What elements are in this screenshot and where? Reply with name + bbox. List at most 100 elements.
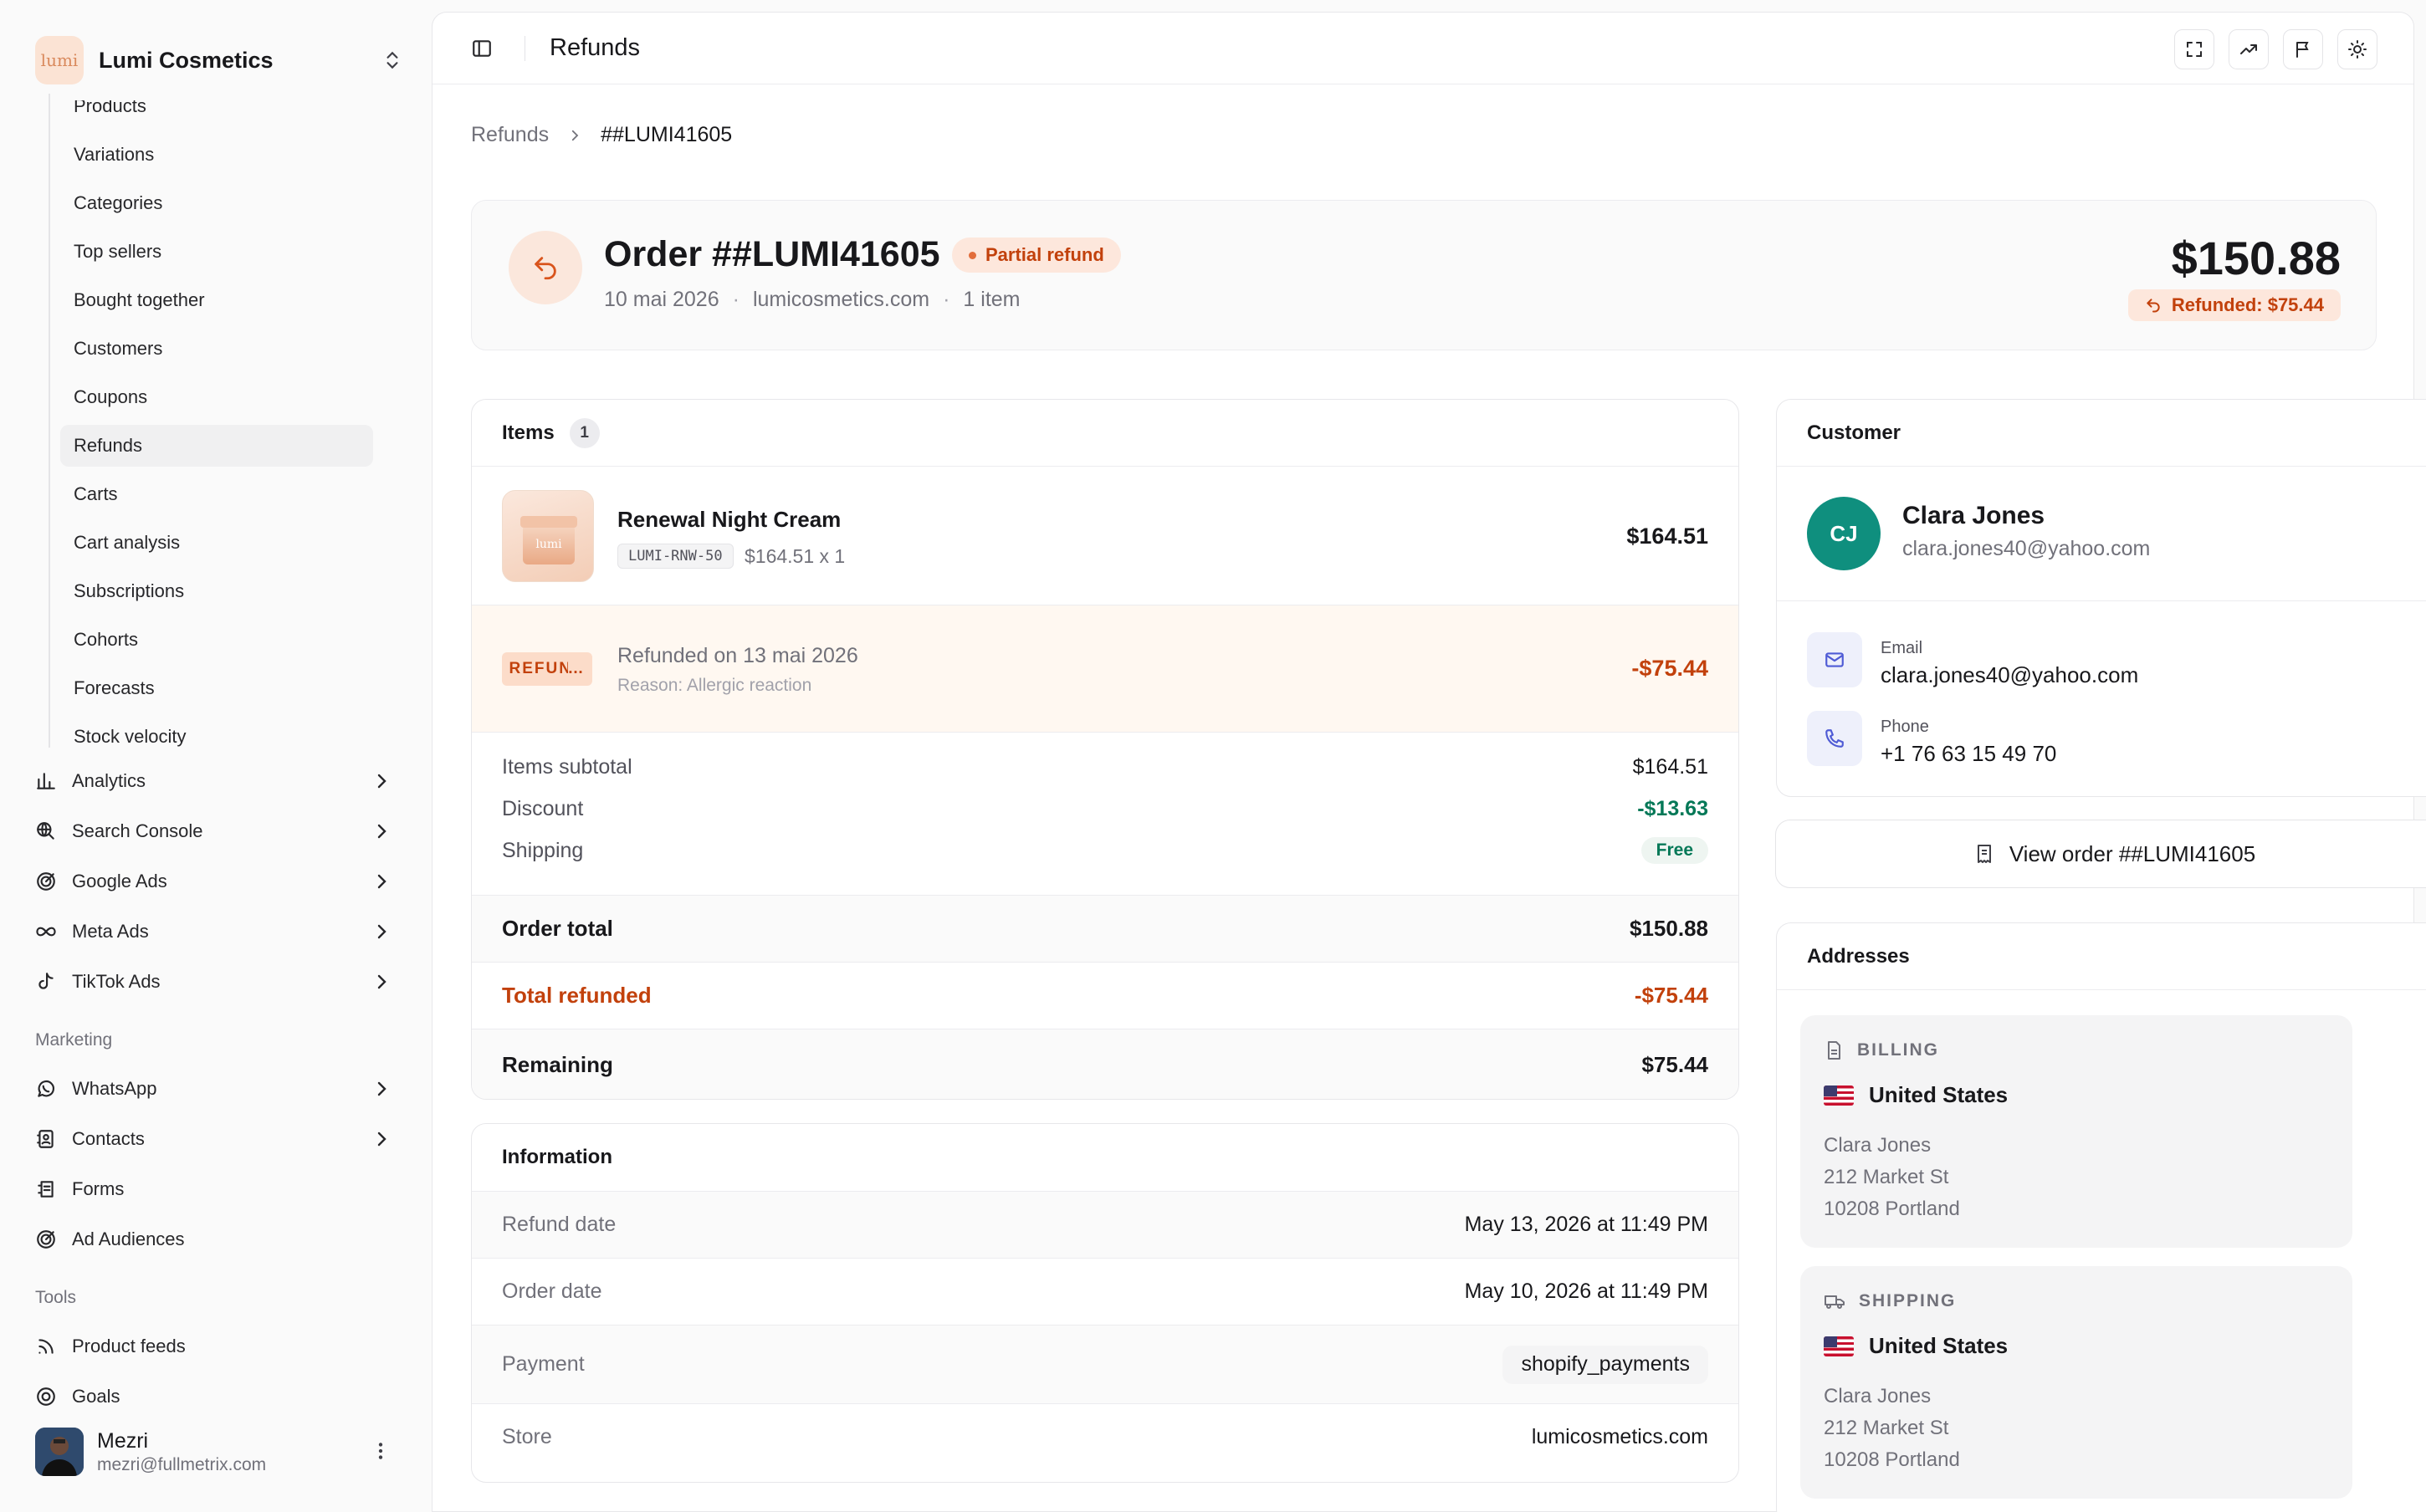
information-card: Information Refund date May 13, 2026 at … [471,1123,1739,1483]
refunded-badge-text: Refunded: $75.44 [2171,294,2324,315]
goal-icon [35,1386,57,1407]
list-item[interactable]: lumi Renewal Night Cream LUMI-RNW-50 $16… [472,467,1738,605]
info-row-store: Store lumicosmetics.com [472,1403,1738,1470]
avatar [35,1428,84,1476]
chevron-right-icon [371,972,392,992]
sidebar-item-cart-analysis[interactable]: Cart analysis [60,522,373,564]
shipping-address-box: SHIPPING United States Clara Jones 212 M… [1800,1266,2352,1499]
chevron-right-icon [371,821,392,841]
refund-chip-text: REFUNDED [509,660,568,677]
forms-icon [35,1178,57,1200]
sidebar-item-analytics[interactable]: Analytics [35,760,403,802]
sun-icon [2347,39,2367,59]
sidebar-item-label: WhatsApp [72,1078,157,1099]
billing-label: BILLING [1857,1040,1939,1060]
sidebar-item-ad-audiences[interactable]: Ad Audiences [35,1218,403,1260]
chevron-right-icon [371,922,392,942]
shipping-label: Shipping [502,838,584,862]
topbar: Refunds [432,13,2413,84]
shipping-country: United States [1824,1333,2008,1359]
chevron-right-icon [567,128,582,143]
subtotal-label: Items subtotal [502,754,632,779]
sidebar-item-stock-velocity[interactable]: Stock velocity [60,716,373,758]
contacts-icon [35,1128,57,1150]
breadcrumb-link-refunds[interactable]: Refunds [471,123,549,147]
sidebar-item-whatsapp[interactable]: WhatsApp [35,1068,403,1110]
sidebar-item-cohorts[interactable]: Cohorts [60,619,373,661]
shipping-name: Clara Jones [1824,1385,1932,1407]
sidebar-item-goals[interactable]: Goals [35,1376,403,1418]
sidebar-item-forms[interactable]: Forms [35,1168,403,1210]
information-card-title: Information [502,1146,612,1168]
mail-icon [1807,632,1862,687]
sidebar-item-contacts[interactable]: Contacts [35,1118,403,1160]
fullscreen-button[interactable] [2174,29,2214,69]
customer-card-title: Customer [1807,421,1901,444]
email-value[interactable]: clara.jones40@yahoo.com [1881,662,2138,688]
order-store: lumicosmetics.com [752,288,930,311]
phone-label: Phone [1881,718,1929,736]
sidebar-item-refunds[interactable]: Refunds [60,425,373,467]
sidebar-item-google-ads[interactable]: Google Ads [35,861,403,902]
tiktok-icon [35,971,57,993]
remaining-row: Remaining $75.44 [472,1029,1738,1099]
sidebar-item-search-console[interactable]: Search Console [35,810,403,852]
brand-switcher[interactable]: lumi Lumi Cosmetics [35,35,403,85]
product-thumbnail: lumi [502,490,594,582]
shipping-header: SHIPPING [1824,1291,1956,1311]
globe-search-icon [35,820,57,842]
trending-up-icon [2239,39,2259,59]
sidebar-item-label: Contacts [72,1128,145,1149]
customer-name[interactable]: Clara Jones [1902,502,2045,530]
sidebar-item-top-sellers[interactable]: Top sellers [60,231,373,273]
sidebar-item-bought-together[interactable]: Bought together [60,279,373,321]
refund-date: Refunded on 13 mai 2026 [617,644,858,667]
sidebar-item-subscriptions[interactable]: Subscriptions [60,570,373,612]
chevron-right-icon [371,771,392,791]
us-flag-icon [1824,1336,1854,1356]
order-total-value: $150.88 [1630,916,1708,941]
subtotal-value: $164.51 [1632,754,1708,779]
view-order-button[interactable]: View order ##LUMI41605 [1775,820,2426,888]
user-name: Mezri [97,1428,149,1453]
user-menu[interactable]: Mezri mezri@fullmetrix.com [35,1427,403,1477]
sidebar-item-product-feeds[interactable]: Product feeds [35,1326,403,1367]
sidebar-item-customers[interactable]: Customers [60,328,373,370]
order-total-amount: $150.88 [2171,232,2341,284]
info-row-refund-date: Refund date May 13, 2026 at 11:49 PM [472,1191,1738,1258]
info-row-payment: Payment shopify_payments [472,1325,1738,1403]
customer-email: clara.jones40@yahoo.com [1902,537,2151,560]
sidebar-toggle-icon[interactable] [471,38,493,59]
status-badge: Partial refund [952,238,1121,273]
truck-icon [1824,1291,1845,1311]
sidebar-item-variations[interactable]: Variations [60,134,373,176]
order-date-label: Order date [502,1280,602,1303]
order-date-value: May 10, 2026 at 11:49 PM [1464,1280,1708,1303]
store-label: Store [502,1425,552,1448]
main-panel: Refunds Refunds ##LUMI41605 Order ##LUMI… [432,12,2426,1512]
phone-value[interactable]: +1 76 63 15 49 70 [1881,741,2056,767]
receipt-icon [1974,843,1994,865]
theme-toggle-button[interactable] [2337,29,2377,69]
refund-date-label: Refund date [502,1213,617,1236]
sidebar-item-carts[interactable]: Carts [60,473,373,515]
more-vertical-icon[interactable] [370,1440,392,1462]
sidebar-item-forecasts[interactable]: Forecasts [60,667,373,709]
refund-date-value: May 13, 2026 at 11:49 PM [1464,1213,1708,1236]
flag-icon [2293,39,2313,59]
sidebar-item-label: Product feeds [72,1336,186,1356]
sidebar-item-coupons[interactable]: Coupons [60,376,373,418]
billing-country: United States [1824,1082,2008,1108]
sidebar-item-products[interactable]: Products [60,100,373,127]
flag-button[interactable] [2283,29,2323,69]
sidebar-item-meta-ads[interactable]: Meta Ads [35,911,403,953]
sidebar-item-categories[interactable]: Categories [60,182,373,224]
sidebar-item-tiktok-ads[interactable]: TikTok Ads [35,961,403,1003]
shipping-street: 212 Market St [1824,1417,1949,1439]
divider [1777,600,2426,601]
trends-button[interactable] [2229,29,2269,69]
sidebar-item-label: Analytics [72,770,146,791]
sidebar: lumi Lumi Cosmetics Products Variations Ca… [0,0,432,1512]
billing-street: 212 Market St [1824,1166,1949,1188]
addresses-card-title: Addresses [1807,944,1910,968]
